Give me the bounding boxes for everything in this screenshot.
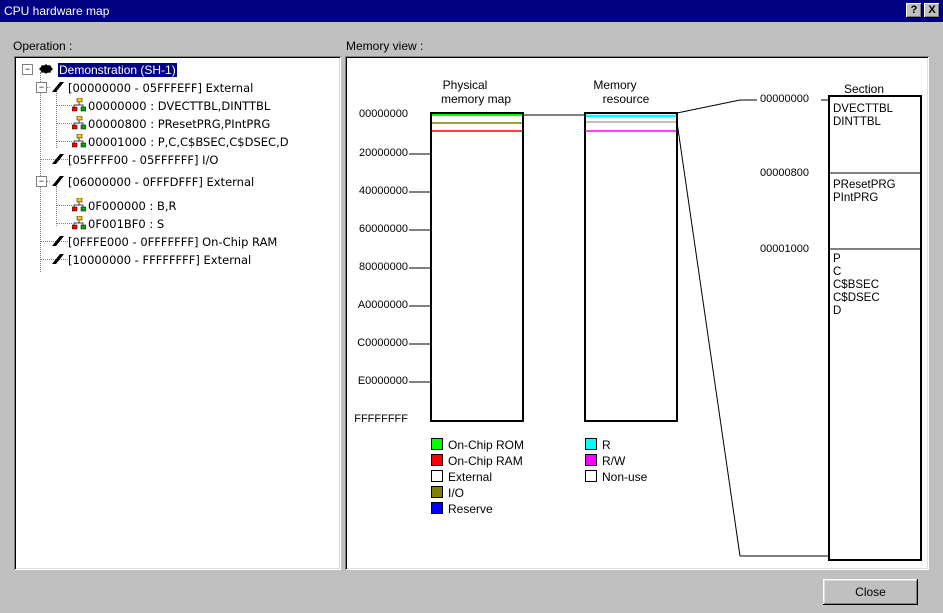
- tree-item[interactable]: [05FFFF00 - 05FFFFFF] I/O: [68, 152, 218, 168]
- section-block: P C C$BSEC C$DSEC D: [833, 253, 880, 318]
- legend-swatch: [431, 502, 443, 514]
- section-address: 00001000: [760, 243, 809, 255]
- section-name: PResetPRG: [833, 179, 896, 191]
- section-icon: [72, 116, 86, 130]
- memory-chip-icon: [52, 82, 64, 92]
- memory-chip-icon: [52, 254, 64, 264]
- legend-io: I/O: [431, 486, 464, 500]
- section-address: 00000000: [760, 93, 809, 105]
- section-name: C$BSEC: [833, 279, 880, 291]
- tree-item[interactable]: 0F000000 : B,R: [88, 198, 177, 214]
- legend-r: R: [585, 438, 611, 452]
- section-block: PResetPRG PIntPRG: [833, 179, 896, 205]
- tree-item[interactable]: [10000000 - FFFFFFFF] External: [68, 252, 251, 268]
- memory-chip-icon: [52, 236, 64, 246]
- section-name: PIntPRG: [833, 192, 879, 204]
- legend-swatch: [431, 486, 443, 498]
- collapse-toggle[interactable]: −: [36, 82, 47, 93]
- section-name: DINTTBL: [833, 116, 881, 128]
- collapse-root-toggle[interactable]: −: [22, 64, 33, 75]
- tree-item[interactable]: [0FFFE000 - 0FFFFFFF] On-Chip RAM: [68, 234, 277, 250]
- section-name: C$DSEC: [833, 292, 880, 304]
- collapse-toggle[interactable]: −: [36, 176, 47, 187]
- tree-item[interactable]: 00001000 : P,C,C$BSEC,C$DSEC,D: [88, 134, 289, 150]
- section-icon: [72, 134, 86, 148]
- legend-swatch: [431, 454, 443, 466]
- tree-root[interactable]: Demonstration (SH-1): [57, 62, 178, 78]
- memory-view-panel: Physical memory map Memory resource Sect…: [345, 56, 929, 570]
- close-button[interactable]: Close: [823, 579, 918, 605]
- section-icon: [72, 98, 86, 112]
- window-title: CPU hardware map: [4, 4, 110, 18]
- tree-item[interactable]: 00000000 : DVECTTBL,DINTTBL: [88, 98, 270, 114]
- section-block: DVECTTBL DINTTBL: [833, 103, 893, 129]
- legend-swatch: [431, 470, 443, 482]
- legend-swatch: [585, 470, 597, 482]
- legend-reserve: Reserve: [431, 502, 493, 516]
- title-bar: CPU hardware map ? X: [0, 0, 943, 22]
- section-name: D: [833, 305, 842, 317]
- operation-label: Operation :: [13, 39, 73, 53]
- section-name: DVECTTBL: [833, 103, 894, 115]
- legend-on-chip-rom: On-Chip ROM: [431, 438, 524, 452]
- section-icon: [72, 216, 86, 230]
- legend-swatch: [585, 438, 597, 450]
- help-button[interactable]: ?: [906, 3, 922, 18]
- close-window-button[interactable]: X: [924, 3, 940, 18]
- legend-external: External: [431, 470, 492, 484]
- legend-non-use: Non-use: [585, 470, 647, 484]
- tree-item[interactable]: [06000000 - 0FFFDFFF] External: [68, 174, 254, 190]
- memory-chip-icon: [52, 154, 64, 164]
- memory-resource-bar: [584, 112, 678, 422]
- legend-rw: R/W: [585, 454, 625, 468]
- legend-on-chip-ram: On-Chip RAM: [431, 454, 523, 468]
- physical-map-bar: [430, 112, 524, 422]
- cpu-chip-icon: [39, 64, 53, 74]
- tree-item[interactable]: 0F001BF0 : S: [88, 216, 164, 232]
- memory-chip-icon: [52, 176, 64, 186]
- section-name: C: [833, 266, 842, 278]
- section-icon: [72, 198, 86, 212]
- tree-item[interactable]: [00000000 - 05FFFEFF] External: [68, 80, 253, 96]
- legend-swatch: [431, 438, 443, 450]
- section-address: 00000800: [760, 167, 809, 179]
- operation-tree[interactable]: − Demonstration (SH-1) − [00000000 - 05F…: [14, 56, 341, 570]
- section-name: P: [833, 253, 841, 265]
- memory-view-label: Memory view :: [346, 39, 424, 53]
- section-column: [828, 95, 922, 561]
- tree-item[interactable]: 00000800 : PResetPRG,PIntPRG: [88, 116, 270, 132]
- legend-swatch: [585, 454, 597, 466]
